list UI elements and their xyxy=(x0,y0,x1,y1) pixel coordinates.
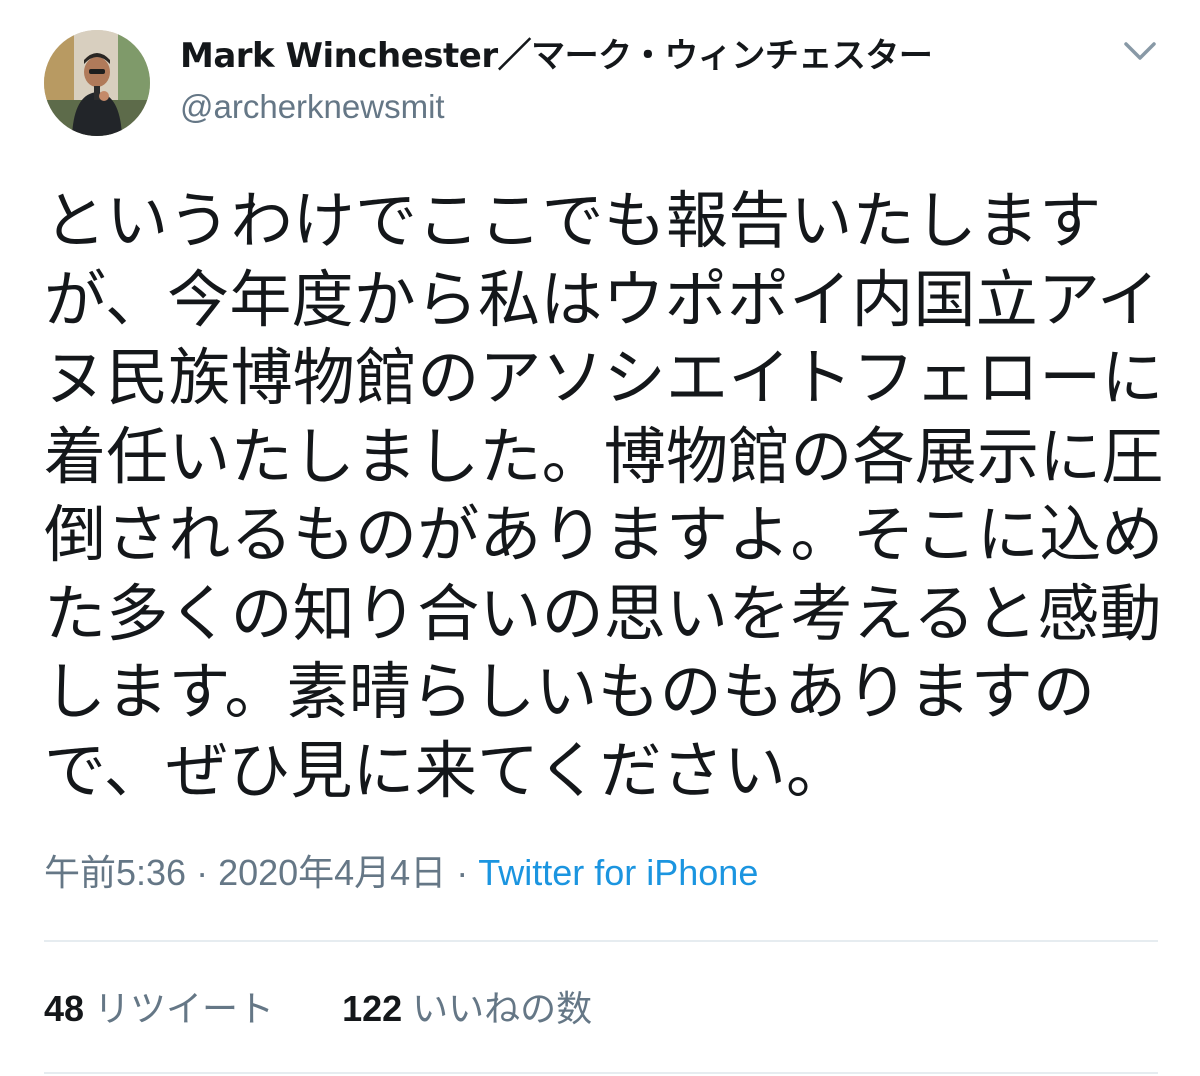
meta-separator: · xyxy=(196,852,209,893)
retweets-count: 48 xyxy=(44,988,85,1029)
tweet-text-line: が、今年度から私はウポポイ内国立アイ xyxy=(44,262,1160,336)
tweet: Mark Winchester／マーク・ウィンチェスター @archerknew… xyxy=(0,0,1200,1076)
tweet-text-line: します。素晴らしいものもありますの xyxy=(44,655,1096,728)
likes-label: いいねの数 xyxy=(412,988,593,1029)
tweet-meta: 午前5:36 · 2020年4月4日 · Twitter for iPhone xyxy=(44,850,758,896)
likes-stat[interactable]: 122 いいねの数 xyxy=(342,986,592,1032)
divider xyxy=(44,940,1158,942)
retweets-stat[interactable]: 48 リツイート xyxy=(44,986,274,1032)
tweet-source-link[interactable]: Twitter for iPhone xyxy=(478,852,758,893)
author-name[interactable]: Mark Winchester／マーク・ウィンチェスター xyxy=(180,34,933,78)
chevron-down-icon[interactable] xyxy=(1118,34,1162,70)
likes-count: 122 xyxy=(342,988,403,1029)
author-handle[interactable]: @archerknewsmit xyxy=(180,86,445,128)
tweet-text-line: 着任いたしました。博物館の各展示に圧 xyxy=(44,419,1164,493)
meta-separator: · xyxy=(456,852,469,893)
retweets-label: リツイート xyxy=(94,988,275,1029)
divider xyxy=(44,1072,1158,1074)
tweet-text-line: 倒されるものがありますよ。そこに込め xyxy=(44,498,1164,571)
tweet-text-line: というわけでここでも報告いたします xyxy=(44,184,1102,257)
profile-photo-icon xyxy=(44,30,150,136)
tweet-text-line: た多くの知り合いの思いを考えると感動 xyxy=(44,576,1162,650)
tweet-date[interactable]: 2020年4月4日 xyxy=(218,852,446,893)
tweet-text: というわけでここでも報告いたします が、今年度から私はウポポイ内国立アイ ヌ民族… xyxy=(44,182,1164,810)
tweet-stats: 48 リツイート 122 いいねの数 xyxy=(44,986,592,1032)
avatar[interactable] xyxy=(44,30,150,136)
tweet-text-line: で、ぜひ見に来てください。 xyxy=(44,733,849,807)
tweet-text-line: ヌ民族博物館のアソシエイトフェローに xyxy=(44,341,1164,414)
tweet-time[interactable]: 午前5:36 xyxy=(44,852,186,893)
